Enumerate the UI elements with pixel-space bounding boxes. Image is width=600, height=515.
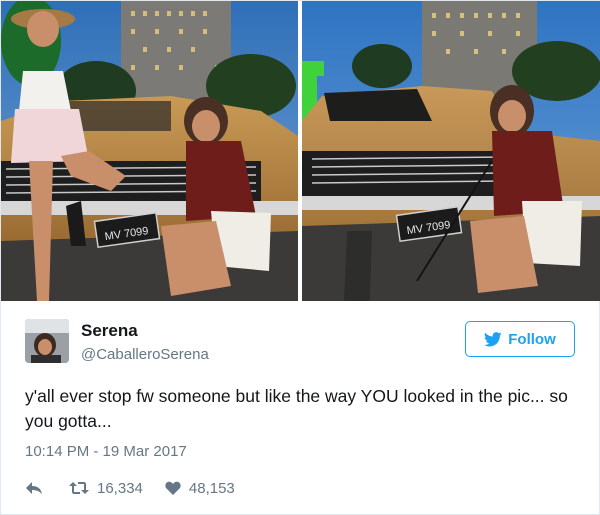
retweet-icon	[69, 482, 89, 494]
like-button[interactable]: 48,153	[165, 480, 235, 497]
photo-edited-image: MV 7099	[302, 1, 600, 301]
tweet-text: y'all ever stop fw someone but like the …	[25, 386, 568, 431]
tweet-body: Serena @CaballeroSerena Follow y'all eve…	[1, 301, 600, 515]
retweet-button[interactable]: 16,334	[69, 480, 143, 497]
twitter-bird-icon	[484, 331, 502, 346]
avatar[interactable]	[25, 319, 69, 363]
photo-original[interactable]: MV 7099	[1, 1, 298, 301]
like-count: 48,153	[188, 479, 235, 497]
tweet-photos: MV 7099 MV 7099	[1, 1, 600, 301]
follow-label: Follow	[508, 330, 556, 348]
reply-button[interactable]	[25, 481, 43, 495]
retweet-count: 16,334	[97, 479, 143, 497]
avatar-image	[25, 319, 69, 363]
heart-icon	[165, 481, 181, 495]
display-name[interactable]: Serena	[81, 321, 138, 341]
tweet-timestamp[interactable]: 10:14 PM - 19 Mar 2017	[25, 443, 187, 460]
photo-edited[interactable]: MV 7099	[302, 1, 600, 301]
tweet-card: MV 7099 MV 7099 Serena @CaballeroSerena …	[0, 0, 600, 515]
photo-original-image: MV 7099	[1, 1, 298, 301]
user-handle[interactable]: @CaballeroSerena	[81, 346, 209, 363]
tweet-actions: 16,334 48,153	[25, 477, 235, 499]
reply-arrow-icon	[26, 482, 42, 494]
follow-button[interactable]: Follow	[465, 321, 575, 357]
